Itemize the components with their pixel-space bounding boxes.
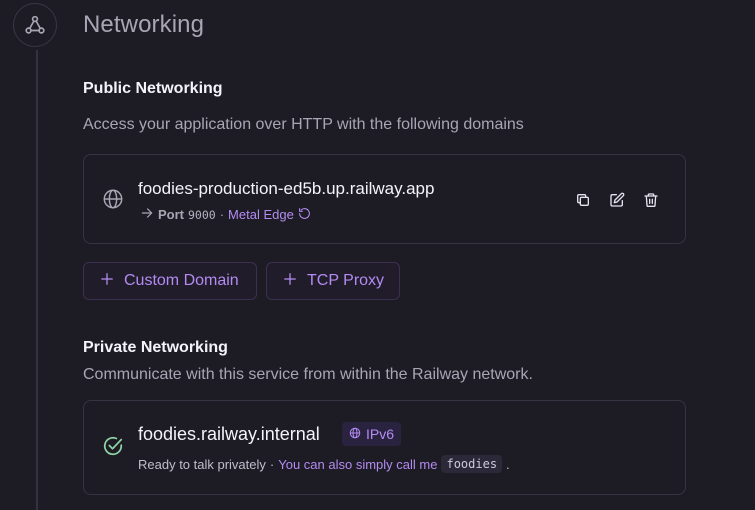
port-row: Port 9000 · Metal Edge	[140, 206, 311, 223]
edit-icon[interactable]	[606, 189, 627, 210]
custom-domain-label: Custom Domain	[124, 272, 239, 289]
network-nodes-icon	[13, 3, 57, 47]
tcp-proxy-label: TCP Proxy	[307, 272, 385, 289]
ipv6-label: IPv6	[366, 426, 395, 442]
ready-status: Ready to talk privately	[138, 456, 266, 472]
public-networking-description: Access your application over HTTP with t…	[83, 116, 524, 133]
port-label: Port	[158, 207, 184, 222]
metal-edge-label[interactable]: Metal Edge	[228, 207, 294, 222]
domain-actions	[572, 189, 661, 210]
alias-chip: foodies	[441, 455, 503, 473]
custom-domain-button[interactable]: Custom Domain	[83, 262, 257, 300]
private-network-card: foodies.railway.internal IPv6 Ready to t…	[83, 400, 686, 495]
public-networking-heading: Public Networking	[83, 80, 223, 97]
globe-icon	[102, 188, 124, 215]
private-networking-heading: Private Networking	[83, 339, 228, 356]
globe-icon	[349, 426, 361, 442]
plus-icon	[283, 272, 297, 291]
timeline-line	[36, 50, 38, 510]
private-host[interactable]: foodies.railway.internal	[138, 424, 320, 445]
ipv6-badge: IPv6	[342, 422, 402, 446]
port-value: 9000	[188, 207, 216, 222]
ready-row: Ready to talk privately · You can also s…	[138, 455, 510, 473]
arrow-right-icon	[140, 206, 154, 223]
ready-separator: ·	[269, 456, 275, 472]
public-domain-url[interactable]: foodies-production-ed5b.up.railway.app	[138, 179, 434, 199]
period: .	[506, 456, 510, 472]
plus-icon	[100, 272, 114, 291]
tcp-proxy-button[interactable]: TCP Proxy	[266, 262, 400, 300]
check-circle-icon	[102, 435, 124, 462]
refresh-icon[interactable]	[298, 207, 311, 223]
section-title: Networking	[83, 11, 205, 38]
trash-icon[interactable]	[640, 189, 661, 210]
private-networking-description: Communicate with this service from withi…	[83, 366, 533, 383]
copy-icon[interactable]	[572, 189, 593, 210]
port-separator: ·	[219, 207, 225, 222]
public-domain-card: foodies-production-ed5b.up.railway.app P…	[83, 154, 686, 244]
call-me-text: You can also simply call me	[278, 456, 438, 472]
